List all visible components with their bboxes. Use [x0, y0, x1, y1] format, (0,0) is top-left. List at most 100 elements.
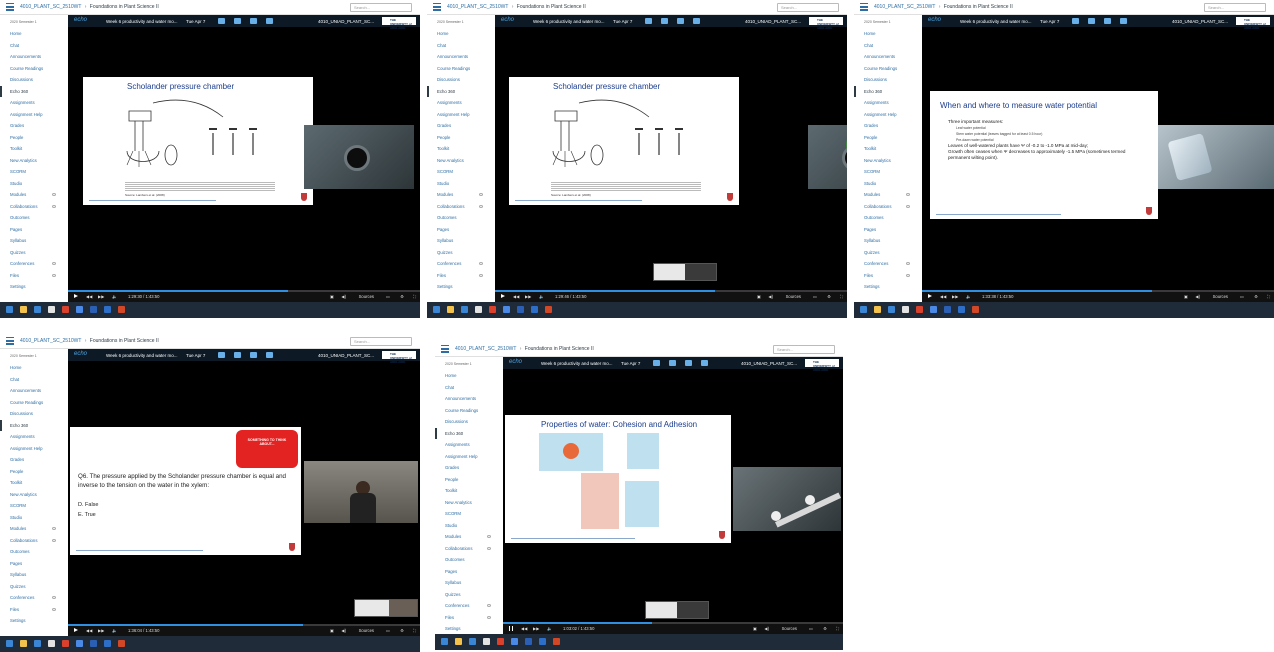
sidebar-item-chat[interactable]: Chat [435, 382, 503, 394]
sidebar-item-pages[interactable]: Pages [427, 224, 495, 236]
slide-thumbnail[interactable] [354, 599, 418, 617]
layout-icon[interactable]: ▭ [386, 628, 390, 633]
audio-icon[interactable]: ◀) [768, 294, 773, 299]
store-icon[interactable] [34, 640, 41, 647]
breadcrumb-course-code[interactable]: 4010_PLANT_SC_2510WT [874, 4, 935, 10]
image-view-icon[interactable]: ▣ [330, 294, 334, 299]
rewind-icon[interactable]: ◀◀ [86, 294, 92, 299]
breadcrumb-course-code[interactable]: 4010_PLANT_SC_2510WT [20, 4, 81, 10]
play-pause-button[interactable] [928, 294, 932, 298]
sidebar-item-syllabus[interactable]: Syllabus [0, 235, 68, 247]
play-pause-button[interactable] [74, 628, 78, 632]
forward-icon[interactable]: ▶▶ [533, 626, 539, 631]
sidebar-item-grades[interactable]: Grades [0, 120, 68, 132]
calendar-icon[interactable] [902, 306, 909, 313]
forward-icon[interactable]: ▶▶ [98, 628, 104, 633]
start-icon[interactable] [6, 640, 13, 647]
breadcrumb-course-code[interactable]: 4010_PLANT_SC_2510WT [455, 346, 516, 352]
chat-icon[interactable] [218, 18, 225, 24]
visibility-icon[interactable] [52, 538, 56, 542]
sidebar-item-people[interactable]: People [427, 132, 495, 144]
visibility-icon[interactable] [479, 273, 483, 277]
progress-bar[interactable] [68, 290, 420, 292]
forward-icon[interactable]: ▶▶ [525, 294, 531, 299]
slide-thumbnail[interactable] [653, 263, 717, 281]
sidebar-item-conferences[interactable]: Conferences [435, 600, 503, 612]
progress-bar[interactable] [922, 290, 1274, 292]
hamburger-menu-icon[interactable] [860, 3, 868, 11]
chrome-icon[interactable] [62, 640, 69, 647]
hamburger-menu-icon[interactable] [441, 345, 449, 353]
visibility-icon[interactable] [906, 193, 910, 196]
fullscreen-icon[interactable]: ⛶ [840, 294, 843, 299]
sidebar-item-new-analytics[interactable]: New Analytics [427, 155, 495, 167]
bookmark-icon[interactable] [234, 18, 241, 24]
calendar-icon[interactable] [475, 306, 482, 313]
powerpoint-icon[interactable] [118, 640, 125, 647]
sidebar-item-echo-360[interactable]: Echo 360 [0, 419, 68, 431]
sidebar-item-discussions[interactable]: Discussions [435, 416, 503, 428]
chrome-icon[interactable] [497, 638, 504, 645]
volume-icon[interactable]: 🔈 [547, 626, 552, 632]
zoom-icon[interactable] [76, 640, 83, 647]
sidebar-item-outcomes[interactable]: Outcomes [0, 212, 68, 224]
sidebar-item-home[interactable]: Home [0, 28, 68, 40]
visibility-icon[interactable] [487, 546, 491, 550]
sidebar-item-assignments[interactable]: Assignments [0, 97, 68, 109]
outlook-icon[interactable] [525, 638, 532, 645]
layout-icon[interactable]: ▭ [809, 626, 813, 631]
sidebar-item-announcements[interactable]: Announcements [435, 393, 503, 405]
sidebar-item-assignment-help[interactable]: Assignment Help [0, 109, 68, 121]
sidebar-item-announcements[interactable]: Announcements [0, 385, 68, 397]
chrome-icon[interactable] [489, 306, 496, 313]
sidebar-item-assignment-help[interactable]: Assignment Help [427, 109, 495, 121]
sidebar-item-collaborations[interactable]: Collaborations [0, 201, 68, 213]
word-icon[interactable] [539, 638, 546, 645]
zoom-icon[interactable] [511, 638, 518, 645]
note-icon[interactable] [1104, 18, 1111, 24]
word-icon[interactable] [104, 306, 111, 313]
sidebar-item-modules[interactable]: Modules [435, 531, 503, 543]
sidebar-item-assignment-help[interactable]: Assignment Help [854, 109, 922, 121]
sidebar-item-settings[interactable]: Settings [0, 615, 68, 627]
sidebar-item-scorm[interactable]: SCORM [0, 500, 68, 512]
sidebar-item-pages[interactable]: Pages [854, 224, 922, 236]
sidebar-item-studio[interactable]: Studio [0, 512, 68, 524]
powerpoint-icon[interactable] [545, 306, 552, 313]
camera-feed[interactable] [808, 125, 847, 189]
sidebar-item-conferences[interactable]: Conferences [427, 258, 495, 270]
sidebar-item-pages[interactable]: Pages [0, 558, 68, 570]
sidebar-item-announcements[interactable]: Announcements [0, 51, 68, 63]
fullscreen-icon[interactable]: ⛶ [413, 628, 416, 633]
sidebar-item-settings[interactable]: Settings [427, 281, 495, 293]
volume-icon[interactable]: 🔈 [112, 294, 117, 300]
slide-thumbnail[interactable] [645, 601, 709, 619]
visibility-icon[interactable] [52, 596, 56, 599]
sidebar-item-pages[interactable]: Pages [435, 566, 503, 578]
camera-feed[interactable] [1158, 125, 1274, 189]
sidebar-item-quizzes[interactable]: Quizzes [854, 247, 922, 259]
camera-feed[interactable] [733, 467, 841, 531]
settings-gear-icon[interactable]: ⚙ [823, 626, 827, 631]
sidebar-item-echo-360[interactable]: Echo 360 [0, 85, 68, 97]
flag-icon[interactable] [1120, 18, 1127, 24]
sources-button[interactable]: Sources [786, 294, 801, 299]
visibility-icon[interactable] [52, 273, 56, 277]
rewind-icon[interactable]: ◀◀ [940, 294, 946, 299]
sidebar-item-assignments[interactable]: Assignments [0, 431, 68, 443]
store-icon[interactable] [34, 306, 41, 313]
sidebar-item-new-analytics[interactable]: New Analytics [0, 155, 68, 167]
sidebar-item-discussions[interactable]: Discussions [0, 408, 68, 420]
file-explorer-icon[interactable] [20, 306, 27, 313]
sidebar-item-grades[interactable]: Grades [427, 120, 495, 132]
progress-bar[interactable] [503, 622, 843, 624]
sidebar-item-quizzes[interactable]: Quizzes [0, 247, 68, 259]
fullscreen-icon[interactable]: ⛶ [1267, 294, 1270, 299]
sidebar-item-toolkit[interactable]: Toolkit [427, 143, 495, 155]
camera-feed[interactable] [304, 461, 418, 523]
sidebar-item-home[interactable]: Home [427, 28, 495, 40]
forward-icon[interactable]: ▶▶ [98, 294, 104, 299]
sidebar-item-conferences[interactable]: Conferences [0, 258, 68, 270]
visibility-icon[interactable] [487, 604, 491, 607]
sidebar-item-chat[interactable]: Chat [427, 40, 495, 52]
